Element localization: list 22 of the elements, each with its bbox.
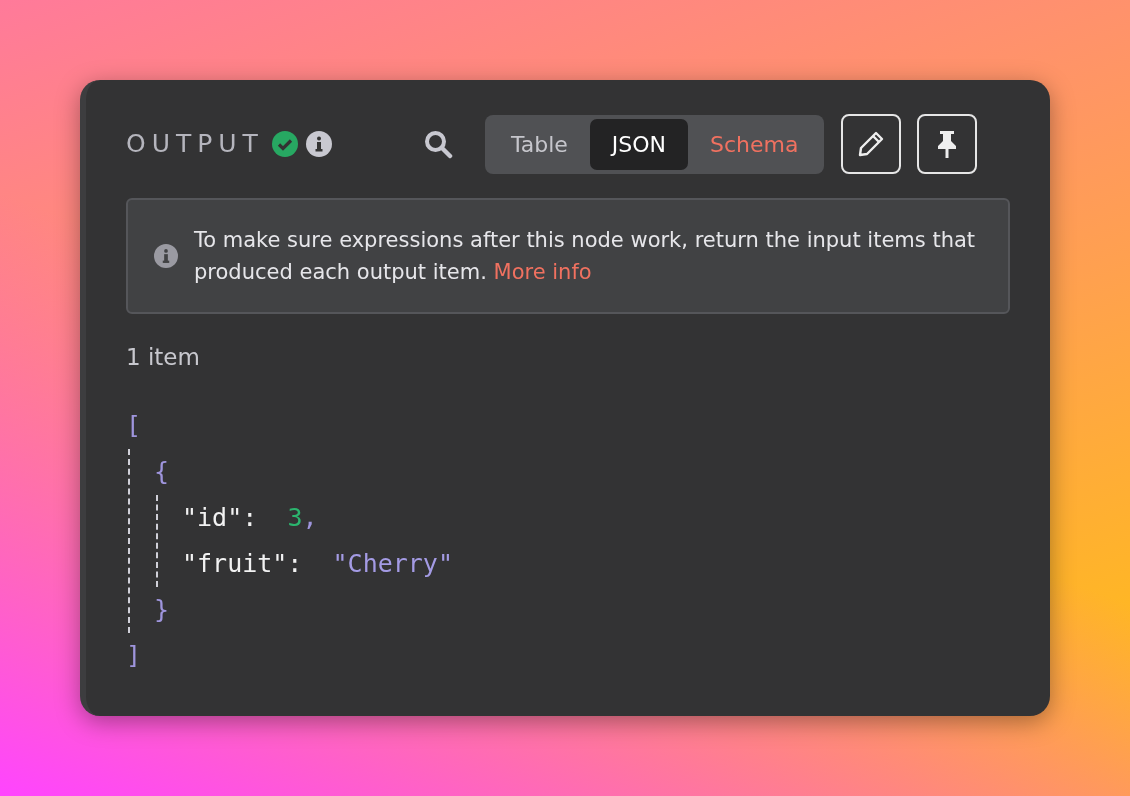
view-tab[interactable]: JSON: [589, 118, 689, 170]
notice-text: To make sure expressions after this node work, return the input items that produced each output item. More info: [194, 227, 977, 286]
json-key: "id":: [182, 502, 258, 532]
edit-button[interactable]: [841, 114, 902, 174]
comma: ,: [302, 502, 318, 532]
panel-title: OUTPUT: [126, 128, 264, 161]
search-icon[interactable]: [423, 129, 453, 159]
info-icon[interactable]: [305, 131, 332, 157]
view-tab[interactable]: Table: [488, 118, 590, 170]
brace: }: [154, 594, 170, 624]
pencil-icon: [857, 130, 886, 158]
bracket: [: [126, 410, 142, 440]
json-key: "fruit":: [182, 548, 303, 578]
bracket: ]: [126, 640, 142, 670]
item-count: 1 item: [126, 343, 201, 372]
json-number: 3: [287, 502, 303, 532]
json-string: "Cherry": [332, 548, 453, 578]
view-tab[interactable]: Schema: [688, 118, 821, 170]
pin-button[interactable]: [917, 114, 978, 174]
more-info-link[interactable]: More info: [493, 260, 592, 284]
info-icon: [154, 244, 178, 268]
brace: {: [154, 456, 170, 486]
